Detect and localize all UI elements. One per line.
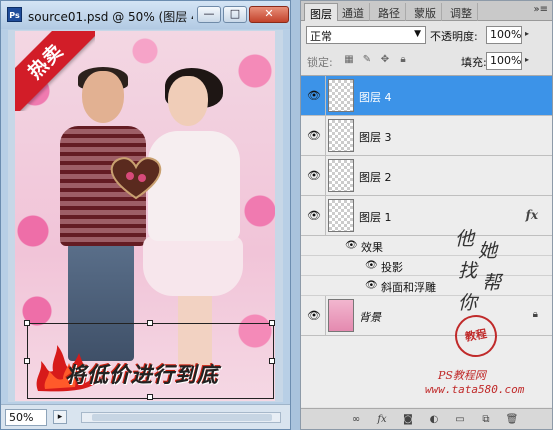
tab-adjustments[interactable]: 调整: [445, 3, 478, 21]
eye-icon[interactable]: 👁︎: [306, 129, 322, 143]
zoom-field[interactable]: 50%: [5, 409, 47, 426]
close-button[interactable]: ✕: [249, 6, 289, 23]
panel-menu-icon[interactable]: »≡: [534, 4, 549, 15]
fill-slider-arrow-icon[interactable]: ▸: [525, 55, 535, 64]
watermark-url: www.tata580.com: [425, 383, 525, 396]
lock-label: 锁定:: [307, 56, 333, 69]
add-mask-icon[interactable]: ◙: [401, 413, 415, 426]
eye-icon[interactable]: 👁︎: [306, 89, 322, 103]
trash-icon[interactable]: 🗑︎: [505, 413, 519, 426]
lock-transparent-pixels-icon[interactable]: ▦: [343, 54, 355, 66]
eye-icon[interactable]: 👁︎: [365, 280, 378, 292]
blend-opacity-row: 正常 ▼ 不透明度: 100% ▸: [301, 23, 552, 47]
watermark-char: 他: [455, 228, 475, 250]
horizontal-scrollbar[interactable]: [81, 412, 281, 423]
photoshop-icon: Ps: [7, 7, 22, 22]
document-titlebar[interactable]: Ps source01.psd @ 50% (图层 4,... — □ ✕: [1, 1, 290, 29]
fill-label: 填充:: [461, 56, 487, 69]
hot-sale-badge: 热卖: [15, 31, 95, 111]
canvas-area[interactable]: 热卖 将低价进行到底: [8, 30, 283, 402]
effects-group-row[interactable]: 👁︎ 效果: [301, 236, 552, 256]
transform-handle[interactable]: [24, 358, 30, 364]
layers-panel: 图层 通道 路径 蒙版 调整 »≡ 正常 ▼ 不透明度: 100% ▸ 锁定: …: [300, 0, 553, 430]
layer-name[interactable]: 背景: [359, 309, 381, 325]
heart-box-graphic: [110, 157, 162, 200]
opacity-slider-arrow-icon[interactable]: ▸: [525, 29, 535, 38]
layer-name[interactable]: 图层 2: [359, 169, 392, 185]
lock-all-icon[interactable]: 🔒︎: [397, 54, 409, 66]
document-window: Ps source01.psd @ 50% (图层 4,... — □ ✕: [0, 0, 291, 430]
tab-layers[interactable]: 图层: [304, 3, 338, 21]
document-status-bar: 50% ▸: [1, 404, 290, 429]
man-figure: [50, 67, 146, 361]
layer-row[interactable]: 👁︎ 图层 1 fx: [301, 196, 552, 236]
tab-masks[interactable]: 蒙版: [409, 3, 442, 21]
link-layers-icon[interactable]: ∞: [349, 413, 363, 426]
effect-drop-shadow-label: 投影: [381, 261, 403, 274]
transform-handle[interactable]: [24, 320, 30, 326]
transform-bounding-box[interactable]: [24, 320, 275, 400]
adjustment-layer-icon[interactable]: ◐: [427, 413, 441, 426]
add-style-icon[interactable]: fx: [375, 413, 389, 426]
transform-handle[interactable]: [269, 320, 275, 326]
layer-row[interactable]: 👁︎ 图层 4: [301, 76, 552, 116]
watermark-char: 你: [458, 292, 478, 314]
blend-mode-value: 正常: [310, 30, 332, 43]
status-info-icon[interactable]: ▸: [53, 410, 67, 424]
layer-name[interactable]: 图层 1: [359, 209, 392, 225]
minimize-button[interactable]: —: [197, 6, 221, 23]
blend-mode-select[interactable]: 正常 ▼: [306, 26, 426, 44]
eye-icon[interactable]: 👁︎: [306, 209, 322, 223]
fx-icon[interactable]: fx: [526, 208, 538, 222]
effect-bevel-emboss-label: 斜面和浮雕: [381, 281, 436, 294]
eye-icon[interactable]: 👁︎: [306, 169, 322, 183]
effect-row[interactable]: 👁︎ 投影: [301, 256, 552, 276]
opacity-label: 不透明度:: [430, 30, 478, 43]
tab-paths[interactable]: 路径: [373, 3, 406, 21]
layer-thumbnail: [328, 199, 354, 232]
layer-row[interactable]: 👁︎ 图层 3: [301, 116, 552, 156]
fill-input[interactable]: 100%: [486, 52, 522, 70]
eye-icon[interactable]: 👁︎: [306, 309, 322, 323]
layers-list[interactable]: 👁︎ 图层 4 👁︎ 图层 3 👁︎ 图层 2 👁︎ 图层 1 fx 👁︎ 效果…: [301, 75, 552, 407]
new-layer-icon[interactable]: ⧉: [479, 413, 493, 426]
watermark-char: 她: [478, 240, 498, 262]
watermark-char: 找: [458, 260, 478, 282]
eye-icon[interactable]: 👁︎: [345, 240, 358, 252]
layer-thumbnail: [328, 159, 354, 192]
lock-image-pixels-icon[interactable]: ✎: [361, 54, 373, 66]
layer-name[interactable]: 图层 4: [359, 89, 392, 105]
maximize-button[interactable]: □: [223, 6, 247, 23]
transform-handle[interactable]: [269, 358, 275, 364]
eye-icon[interactable]: 👁︎: [365, 260, 378, 272]
chevron-down-icon: ▼: [414, 29, 421, 39]
lock-fill-row: 锁定: ▦ ✎ ✥ 🔒︎ 填充: 100% ▸: [301, 50, 552, 72]
lock-position-icon[interactable]: ✥: [379, 54, 391, 66]
transform-handle[interactable]: [147, 320, 153, 326]
watermark-site-name: PS教程网: [438, 369, 486, 382]
layer-name[interactable]: 图层 3: [359, 129, 392, 145]
effects-group-label: 效果: [361, 241, 383, 254]
new-group-icon[interactable]: ▭: [453, 413, 467, 426]
panel-tabs: 图层 通道 路径 蒙版 调整 »≡: [301, 1, 552, 21]
panel-bottom-toolbar: ∞ fx ◙ ◐ ▭ ⧉ 🗑︎: [301, 408, 552, 429]
lock-icon: 🔒︎: [532, 309, 538, 320]
opacity-input[interactable]: 100%: [486, 26, 522, 44]
document-title: source01.psd @ 50% (图层 4,...: [28, 10, 193, 24]
scrollbar-thumb[interactable]: [92, 414, 272, 421]
tab-channels[interactable]: 通道: [337, 3, 370, 21]
layer-row[interactable]: 👁︎ 背景 🔒︎: [301, 296, 552, 336]
transform-handle[interactable]: [147, 394, 153, 400]
layer-thumbnail: [328, 299, 354, 332]
layer-row[interactable]: 👁︎ 图层 2: [301, 156, 552, 196]
photo-canvas[interactable]: 热卖 将低价进行到底: [15, 31, 275, 401]
layer-thumbnail: [328, 79, 354, 112]
layer-thumbnail: [328, 119, 354, 152]
watermark-char: 帮: [482, 272, 502, 294]
effect-row[interactable]: 👁︎ 斜面和浮雕: [301, 276, 552, 296]
